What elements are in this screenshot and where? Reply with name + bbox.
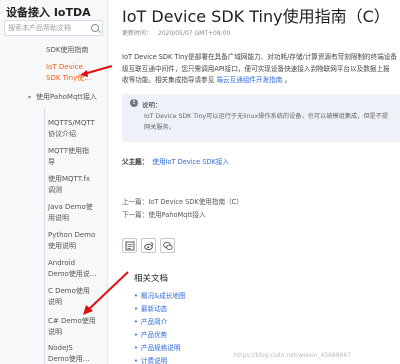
note-text: IoT Device SDK Tiny可以运行于无linux操作系统的设备，也可… [144,111,399,133]
next-article-link[interactable]: 下一篇：使用PahoMqtt接入 [122,209,206,219]
sidebar-item-mqtt-guide[interactable]: MQTT使用指 导 [48,146,89,168]
info-icon: ! [130,99,138,107]
search-icon[interactable] [91,24,99,32]
wechat-share-button[interactable] [160,238,175,253]
tree-line [44,108,45,364]
parent-topic-link[interactable]: 使用IoT Device SDK接入 [152,158,229,166]
note-label: 说明： [142,101,162,109]
sidebar-item-label-line2: 调测 [48,186,62,194]
intro-line: IoT Device SDK Tiny是部署在具备广域网能力、对功耗/存储/计算… [122,53,398,61]
parent-topic: 父主题： 使用IoT Device SDK接入 [122,156,229,166]
update-time-value: 2020/05/07 GMT+08:00 [158,30,231,37]
document-share-button[interactable] [122,238,137,253]
sidebar-title: 设备接入 IoTDA [6,6,91,19]
sidebar-item-label-line2: 用说明 [48,214,69,222]
sidebar-item-python-demo[interactable]: Python Demo 使用说明 [48,230,95,252]
intro-line: 级互联互通中间件，您只需调用API接口，便可实现设备快速接入到物联网平台以及数据… [122,64,390,73]
prev-article-link[interactable]: 上一篇：IoT Device SDK使用指南（C） [122,196,243,206]
search-box[interactable] [4,20,103,36]
sidebar-item-label: 使用MQTT.fx [48,175,90,183]
weibo-share-button[interactable] [141,238,156,253]
sidebar-item-label: MQTT使用指 [48,147,89,155]
watermark: https://blog.csdn.net/weixin_45688667 [234,352,352,359]
related-doc-link[interactable]: 最新动态 [134,303,167,313]
sidebar-item-label: Python Demo [48,231,96,239]
related-doc-link[interactable]: 产品规格说明 [134,342,181,352]
sidebar-item-nodejs-demo[interactable]: NodeJS Demo使用... [48,343,89,364]
main-content: IoT Device SDK Tiny使用指南（C） 更新时间： 2020/05/… [108,0,400,364]
sidebar-item-label: SDK使用指南 [46,46,89,54]
sidebar-item-label: NodeJS [48,344,73,352]
page-title: IoT Device SDK Tiny使用指南（C） [122,7,390,26]
intro-line-end: 。 [282,76,292,84]
related-doc-link[interactable]: 概况&成长地图 [134,290,186,300]
document-icon [125,241,135,251]
search-input[interactable] [8,22,86,34]
note-box: ! 说明： IoT Device SDK Tiny可以运行于无linux操作系统… [122,94,400,142]
sidebar-item-label: MQTTS/MQTT [48,119,95,127]
sidebar-item-label-line2: 说明 [48,328,62,336]
sidebar-item-label: 使用PahoMqtt接入 [36,93,97,101]
sidebar-item-paho-mqtt[interactable]: ▾ 使用PahoMqtt接入 [28,92,97,103]
sidebar-item-label-line2: 使用说明 [48,242,76,250]
related-docs-title: 相关文档 [134,274,169,284]
annotation-arrow-icon [83,271,129,315]
note-line: 网关服务。 [144,124,175,131]
update-time: 更新时间： 2020/05/07 GMT+08:00 [122,28,230,37]
sidebar-item-csharp-demo[interactable]: C# Demo使用 说明 [48,316,96,338]
intro-line: 收等功能。相关集成指导请参见 [122,76,217,84]
sidebar-item-label-line2: Demo使用... [48,355,90,363]
sidebar-item-label: Android [48,259,76,267]
related-doc-link[interactable]: 产品简介 [134,316,167,326]
sidebar-item-label-line2: 导 [48,158,55,166]
integration-guide-link[interactable]: 端云互通组件开发指南 [216,76,282,84]
weibo-icon [144,242,154,251]
update-time-label: 更新时间： [122,30,153,37]
wechat-icon [163,241,173,251]
related-doc-link[interactable]: 产品优势 [134,329,167,339]
sidebar-item-sdk-guide[interactable]: SDK使用指南 [46,45,88,56]
annotation-arrow-icon [80,65,113,77]
sidebar-item-java-demo[interactable]: Java Demo使 用说明 [48,202,93,224]
sidebar-item-mqttfx[interactable]: 使用MQTT.fx 调测 [48,174,90,196]
note-line: IoT Device SDK Tiny可以运行于无linux操作系统的设备，也可… [144,113,389,120]
parent-topic-label: 父主题： [122,158,149,166]
sidebar-item-label: Java Demo使 [48,203,93,211]
sidebar-item-label-line2: 协议介绍 [48,130,76,138]
intro-paragraph: IoT Device SDK Tiny是部署在具备广域网能力、对功耗/存储/计算… [122,52,400,87]
chevron-down-icon[interactable]: ▾ [28,92,31,103]
sidebar-item-mqtt-protocol[interactable]: MQTTS/MQTT 协议介绍 [48,118,95,140]
related-doc-link[interactable]: 计费说明 [134,355,167,364]
